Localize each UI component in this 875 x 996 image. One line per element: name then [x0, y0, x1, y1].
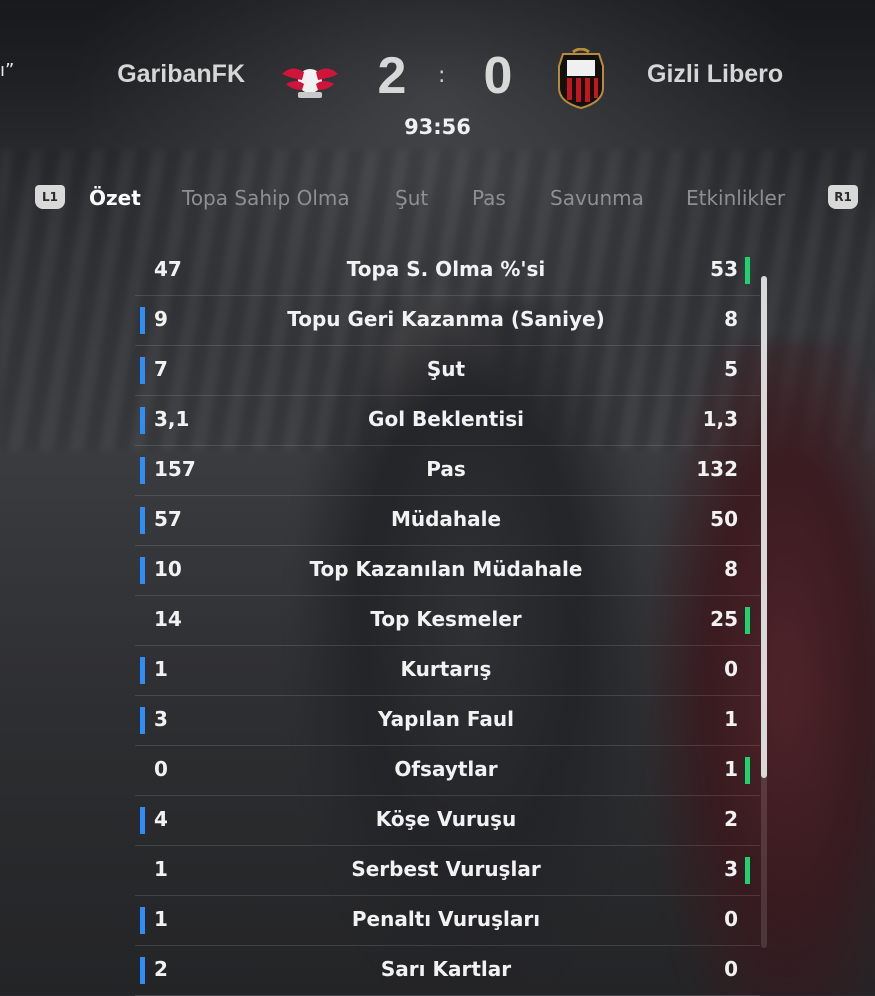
- scrollbar-track[interactable]: [761, 276, 767, 948]
- stat-row: 0 Ofsaytlar 1: [135, 746, 760, 796]
- away-lead-bar: [745, 257, 750, 284]
- away-value: 1,3: [702, 407, 738, 431]
- stat-label: Pas: [426, 457, 466, 481]
- stat-row: 7 Şut 5: [135, 346, 760, 396]
- away-value: 50: [710, 507, 738, 531]
- stat-label: Şut: [426, 357, 466, 381]
- stat-label: Penaltı Vuruşları: [351, 907, 541, 931]
- scrollbar-thumb[interactable]: [761, 276, 767, 778]
- stat-row: 3,1 Gol Beklentisi 1,3: [135, 396, 760, 446]
- away-value: 8: [724, 307, 738, 331]
- away-value: 25: [710, 607, 738, 631]
- stat-label: Köşe Vuruşu: [375, 807, 517, 831]
- stat-label: Ofsaytlar: [394, 757, 498, 781]
- away-value: 0: [724, 657, 738, 681]
- away-value: 3: [724, 857, 738, 881]
- stat-row: 10 Top Kazanılan Müdahale 8: [135, 546, 760, 596]
- tab-ozet[interactable]: Özet: [89, 186, 141, 210]
- stat-row: 1 Kurtarış 0: [135, 646, 760, 696]
- away-value: 1: [724, 707, 738, 731]
- stat-label: Sarı Kartlar: [380, 957, 512, 981]
- stat-row: 2 Sarı Kartlar 0: [135, 946, 760, 996]
- stats-tab-bar: L1 Özet Topa Sahip Olma Şut Pas Savunma …: [0, 182, 875, 216]
- stat-label: Serbest Vuruşlar: [351, 857, 541, 881]
- stat-row: 9 Topu Geri Kazanma (Saniye) 8: [135, 296, 760, 346]
- away-value: 132: [696, 457, 738, 481]
- stat-label: Gol Beklentisi: [368, 407, 524, 431]
- tab-etkinlikler[interactable]: Etkinlikler: [686, 186, 785, 210]
- stat-row: 14 Top Kesmeler 25: [135, 596, 760, 646]
- home-team-name: GaribanFK: [117, 60, 245, 88]
- away-team-crest-icon: [558, 48, 604, 110]
- stat-row: 47 Topa S. Olma %'si 53: [135, 246, 760, 296]
- stat-label: Topu Geri Kazanma (Saniye): [287, 307, 605, 331]
- tab-topa-sahip-olma[interactable]: Topa Sahip Olma: [182, 186, 350, 210]
- scoreboard: GaribanFK 2 : 0 Gizli Libero: [0, 47, 875, 110]
- r1-button-hint[interactable]: R1: [828, 185, 858, 209]
- stat-label: Top Kesmeler: [370, 607, 522, 631]
- away-value: 1: [724, 757, 738, 781]
- stat-row: 157 Pas 132: [135, 446, 760, 496]
- stats-table: 47 Topa S. Olma %'si 53 9 Topu Geri Kazanma…: [135, 246, 760, 996]
- tab-pas[interactable]: Pas: [472, 186, 506, 210]
- away-value: 8: [724, 557, 738, 581]
- away-value: 0: [724, 957, 738, 981]
- home-team-crest-icon: [282, 68, 338, 98]
- away-value: 0: [724, 907, 738, 931]
- stat-row: 3 Yapılan Faul 1: [135, 696, 760, 746]
- stat-row: 4 Köşe Vuruşu 2: [135, 796, 760, 846]
- away-value: 5: [724, 357, 738, 381]
- stat-row: 57 Müdahale 50: [135, 496, 760, 546]
- l1-button-hint[interactable]: L1: [35, 185, 65, 209]
- away-score: 0: [483, 47, 513, 105]
- home-score: 2: [377, 47, 407, 105]
- away-value: 53: [710, 257, 738, 281]
- stat-label: Topa S. Olma %'si: [346, 257, 546, 281]
- stat-row: 1 Serbest Vuruşlar 3: [135, 846, 760, 896]
- away-lead-bar: [745, 757, 750, 784]
- stat-label: Kurtarış: [400, 657, 492, 681]
- tab-sut[interactable]: Şut: [395, 186, 428, 210]
- stat-label: Müdahale: [390, 507, 502, 531]
- away-value: 2: [724, 807, 738, 831]
- stat-label: Yapılan Faul: [378, 707, 514, 731]
- away-team-name: Gizli Libero: [647, 60, 784, 88]
- stat-label: Top Kazanılan Müdahale: [309, 557, 583, 581]
- match-clock: 93:56: [404, 115, 471, 139]
- away-lead-bar: [745, 607, 750, 634]
- away-lead-bar: [745, 857, 750, 884]
- score-separator: :: [438, 63, 446, 88]
- stat-row: 1 Penaltı Vuruşları 0: [135, 896, 760, 946]
- tab-savunma[interactable]: Savunma: [550, 186, 644, 210]
